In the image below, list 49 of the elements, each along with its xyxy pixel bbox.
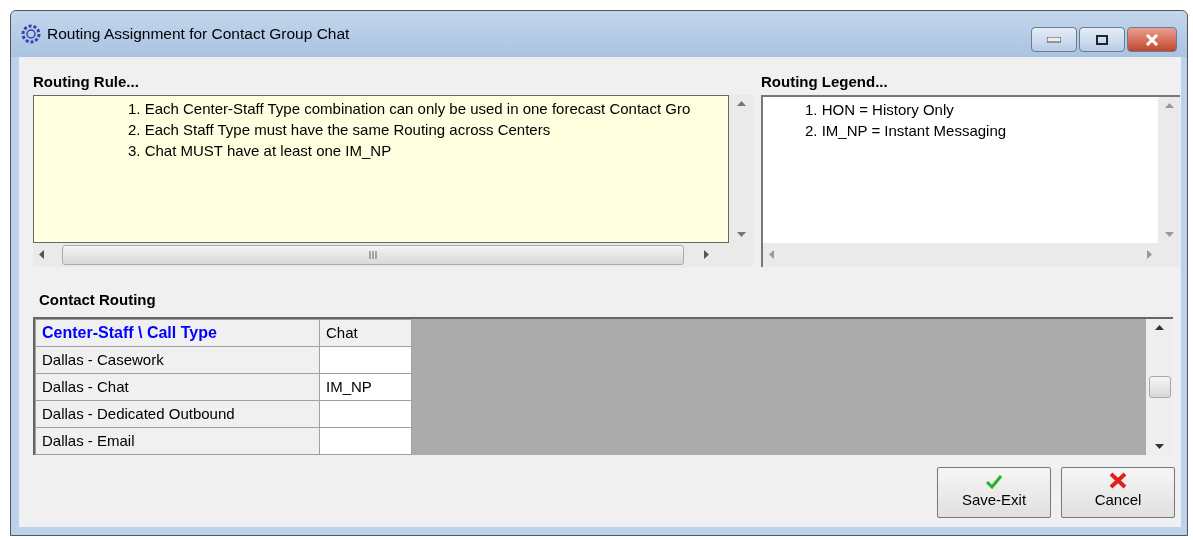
gear-icon (21, 24, 41, 44)
legend-text-area[interactable]: 1. HON = History Only 2. IM_NP = Instant Messaging (763, 96, 1158, 243)
section-label: Contact Routing (39, 289, 157, 310)
rule-text-area[interactable]: 1. Each Center-Staff Type combination can only be used in one forecast Contact Gro 2. Each Staff Type must have the same Routing across Centers 3. Chat MUST have at least one IM_NP (33, 94, 729, 243)
up-arrow-icon (1155, 325, 1164, 330)
left-arrow-icon (39, 250, 44, 259)
minimize-button[interactable] (1031, 27, 1077, 52)
legend-line: 2. IM_NP = Instant Messaging (805, 120, 1007, 141)
section-label: Routing Legend... (761, 72, 889, 92)
down-arrow-icon (736, 231, 746, 237)
vertical-scrollbar[interactable] (1158, 96, 1180, 243)
table-cell[interactable] (319, 400, 412, 428)
right-arrow-icon (1147, 250, 1152, 259)
up-arrow-icon (1164, 102, 1174, 108)
rule-line: 1. Each Center-Staff Type combination can only be used in one forecast Contact Gro (128, 98, 691, 119)
grip-icon (368, 250, 378, 259)
row-header: Dallas - Email (35, 427, 320, 455)
save-exit-button[interactable]: Save-Exit (937, 467, 1051, 518)
minimize-icon (1047, 36, 1061, 43)
maximize-icon (1096, 34, 1108, 45)
row-header: Dallas - Chat (35, 373, 320, 401)
table-cell[interactable] (319, 346, 412, 374)
maximize-button[interactable] (1079, 27, 1125, 52)
column-header: Chat (319, 319, 412, 347)
scroll-thumb[interactable] (62, 244, 684, 265)
down-arrow-icon (1164, 231, 1174, 237)
left-arrow-icon (769, 250, 774, 259)
checkmark-icon (986, 474, 1002, 489)
up-arrow-icon (736, 100, 746, 106)
table-cell[interactable] (319, 427, 412, 455)
right-arrow-icon (704, 250, 709, 259)
close-icon (1145, 33, 1159, 46)
x-icon (1109, 471, 1127, 489)
horizontal-scrollbar[interactable] (33, 242, 729, 267)
cancel-button[interactable]: Cancel (1061, 467, 1175, 518)
section-label: Routing Rule... (33, 72, 140, 92)
rule-line: 2. Each Staff Type must have the same Routing across Centers (128, 119, 551, 140)
down-arrow-icon (1155, 444, 1164, 449)
vertical-scrollbar[interactable] (729, 94, 753, 243)
row-header: Dallas - Dedicated Outbound (35, 400, 320, 428)
scroll-thumb[interactable] (1148, 376, 1171, 398)
column-header: Center-Staff \ Call Type (35, 319, 320, 347)
row-header: Dallas - Casework (35, 346, 320, 374)
table-cell[interactable]: IM_NP (319, 373, 412, 401)
rule-line: 3. Chat MUST have at least one IM_NP (128, 140, 392, 161)
close-button[interactable] (1127, 27, 1177, 52)
horizontal-scrollbar[interactable] (763, 242, 1158, 267)
legend-line: 1. HON = History Only (805, 99, 954, 120)
window-title: Routing Assignment for Contact Group Chat (47, 24, 350, 45)
